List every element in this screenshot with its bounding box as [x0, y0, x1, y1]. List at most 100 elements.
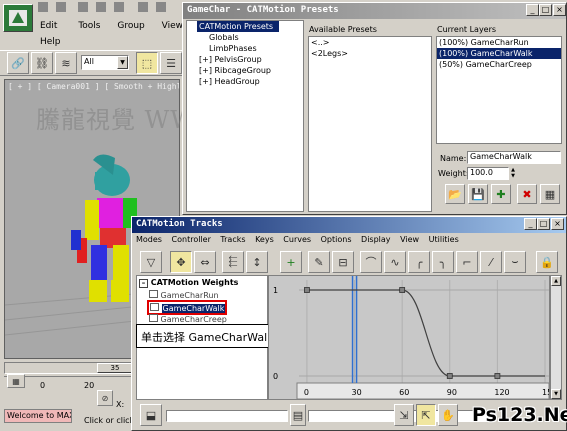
- presets-title-bar[interactable]: GameChar - CATMotion Presets: [183, 3, 566, 19]
- tracks-menu-curves[interactable]: Curves: [283, 235, 311, 244]
- layer-item-walk[interactable]: (100%) GameCharWalk: [437, 48, 561, 59]
- bind-spacewarp-icon[interactable]: ≋: [55, 52, 77, 74]
- track-name-field[interactable]: [166, 410, 288, 422]
- tracks-menu-view[interactable]: View: [400, 235, 419, 244]
- tangent-custom-icon[interactable]: ∿: [384, 251, 406, 273]
- max-menu-help[interactable]: Help: [40, 37, 61, 47]
- tracks-close-button[interactable]: ×: [551, 218, 564, 230]
- film-icon[interactable]: ▦: [7, 374, 25, 388]
- vscroll-up-arrow[interactable]: ▲: [551, 276, 561, 286]
- layer-grid-icon[interactable]: ▦: [540, 184, 560, 204]
- curve-graph[interactable]: 1 0 0 30 60 90 120 150: [269, 276, 549, 399]
- available-preset-2legs[interactable]: <2Legs>: [309, 48, 431, 59]
- frame-field[interactable]: [308, 410, 400, 422]
- zoom-horizontal-icon[interactable]: ⇱: [416, 404, 436, 426]
- status-name: Welcome to MAX: [7, 411, 72, 420]
- minimize-button[interactable]: _: [526, 4, 539, 16]
- reduce-keys-icon[interactable]: ⊟: [332, 251, 354, 273]
- tangent-auto-icon[interactable]: ⌒: [360, 251, 382, 273]
- tree-item-ribcagegroup[interactable]: [+] RibcageGroup: [187, 65, 303, 76]
- weight-spinner-arrows[interactable]: ▲ ▼: [509, 167, 517, 180]
- selection-filter-dropdown[interactable]: All ▼: [81, 55, 129, 70]
- tracks-menu-controller[interactable]: Controller: [172, 235, 211, 244]
- close-button[interactable]: ×: [553, 4, 566, 16]
- maximize-button[interactable]: □: [539, 4, 552, 16]
- max-menu-tools[interactable]: Tools: [78, 21, 100, 31]
- tree-item-walk-label: GameCharWalk: [161, 304, 226, 313]
- scale-keys-icon[interactable]: ⬱: [222, 251, 244, 273]
- max-icon-d[interactable]: [96, 2, 106, 12]
- max-menu-group[interactable]: Group: [117, 21, 144, 31]
- max-icon-c[interactable]: [78, 2, 88, 12]
- weight-spinner[interactable]: 100.0: [467, 167, 509, 180]
- max-icon-g[interactable]: [156, 2, 166, 12]
- unlink-icon[interactable]: ⛓: [31, 52, 53, 74]
- time-slider-thumb[interactable]: 35: [97, 363, 133, 373]
- draw-curves-icon[interactable]: ✎: [308, 251, 330, 273]
- curve-key-1: [399, 287, 406, 293]
- save-preset-icon[interactable]: 💾: [468, 184, 488, 204]
- pan-icon[interactable]: ✋: [438, 404, 458, 426]
- available-presets-list[interactable]: <..> <2Legs>: [308, 36, 432, 212]
- tree-item-run[interactable]: GameCharRun: [149, 290, 219, 300]
- vscroll-down-arrow[interactable]: ▼: [551, 389, 561, 399]
- name-field[interactable]: GameCharWalk: [467, 151, 561, 164]
- add-layer-icon[interactable]: ✚: [491, 184, 511, 204]
- tree-item-creep[interactable]: GameCharCreep: [149, 314, 227, 324]
- lock-selection-icon[interactable]: 🔒: [536, 251, 558, 273]
- tree-item-globals[interactable]: Globals: [187, 32, 303, 43]
- key-stats-icon[interactable]: ▤: [290, 404, 306, 426]
- max-menu-edit[interactable]: Edit: [40, 21, 57, 31]
- current-layers-list[interactable]: (100%) GameCharRun (100%) GameCharWalk (…: [436, 36, 562, 144]
- link-icon[interactable]: 🔗: [7, 52, 29, 74]
- maxscript-listener[interactable]: Welcome to MAX: [4, 409, 72, 423]
- tree-item-walk[interactable]: GameCharWalk: [147, 300, 227, 315]
- tangent-fast-icon[interactable]: ╭: [408, 251, 430, 273]
- tracks-menu-keys[interactable]: Keys: [255, 235, 274, 244]
- selection-filter-value: All: [84, 57, 94, 66]
- tracks-maximize-button[interactable]: □: [537, 218, 550, 230]
- tracks-menu-tracks[interactable]: Tracks: [220, 235, 245, 244]
- layer-item-run[interactable]: (100%) GameCharRun: [437, 37, 561, 48]
- add-keys-icon[interactable]: +: [280, 251, 302, 273]
- status-hint-text: Click or click-: [84, 416, 138, 425]
- slide-keys-icon[interactable]: ⇔: [194, 251, 216, 273]
- curve-vertical-scrollbar[interactable]: ▲ ▼: [550, 275, 562, 400]
- presets-tree[interactable]: CATMotion Presets Globals LimbPhases [+]…: [186, 20, 304, 212]
- scale-values-icon[interactable]: ↕: [246, 251, 268, 273]
- tracks-menu-utilities[interactable]: Utilities: [429, 235, 459, 244]
- tangent-slow-icon[interactable]: ╮: [432, 251, 454, 273]
- lock-small-icon[interactable]: ⊘: [97, 390, 113, 406]
- max-icon-f[interactable]: [138, 2, 148, 12]
- tree-item-limbphases[interactable]: LimbPhases: [187, 43, 303, 54]
- filters-icon[interactable]: ▽: [140, 251, 162, 273]
- tracks-title-bar[interactable]: CATMotion Tracks: [132, 217, 566, 233]
- tangent-smooth-icon[interactable]: ⌣: [504, 251, 526, 273]
- tracks-menu-options[interactable]: Options: [321, 235, 352, 244]
- tracks-menu-display[interactable]: Display: [361, 235, 391, 244]
- tree-item-catmotion-presets[interactable]: CATMotion Presets: [197, 21, 279, 32]
- select-by-name-icon[interactable]: ☰: [160, 52, 182, 74]
- max-icon-a[interactable]: [38, 2, 48, 12]
- tracks-menu-modes[interactable]: Modes: [136, 235, 162, 244]
- tree-root-catmotion-weights[interactable]: – CATMotion Weights: [139, 278, 238, 288]
- available-presets-header: Available Presets: [309, 25, 377, 34]
- tree-item-headgroup[interactable]: [+] HeadGroup: [187, 76, 303, 87]
- tree-item-pelvisgroup[interactable]: [+] PelvisGroup: [187, 54, 303, 65]
- max-icon-e[interactable]: [114, 2, 124, 12]
- available-preset-parent[interactable]: <..>: [309, 37, 431, 48]
- delete-layer-icon[interactable]: ✖: [517, 184, 537, 204]
- curve-editor-panel[interactable]: 1 0 0 30 60 90 120 150: [268, 275, 550, 400]
- tangent-step-icon[interactable]: ⌐: [456, 251, 478, 273]
- select-object-icon[interactable]: ⬚: [136, 52, 158, 74]
- zoom-selected-icon[interactable]: ⇲: [394, 404, 414, 426]
- layer-item-creep[interactable]: (50%) GameCharCreep: [437, 59, 561, 70]
- chevron-down-icon[interactable]: ▼: [117, 56, 128, 69]
- move-keys-icon[interactable]: ✥: [170, 251, 192, 273]
- max-icon-b[interactable]: [56, 2, 66, 12]
- bottom-filter-icon[interactable]: ⬓: [140, 404, 162, 426]
- tangent-linear-icon[interactable]: ⁄: [480, 251, 502, 273]
- open-preset-icon[interactable]: 📂: [445, 184, 465, 204]
- tracks-minimize-button[interactable]: _: [524, 218, 537, 230]
- max-logo[interactable]: [3, 4, 33, 32]
